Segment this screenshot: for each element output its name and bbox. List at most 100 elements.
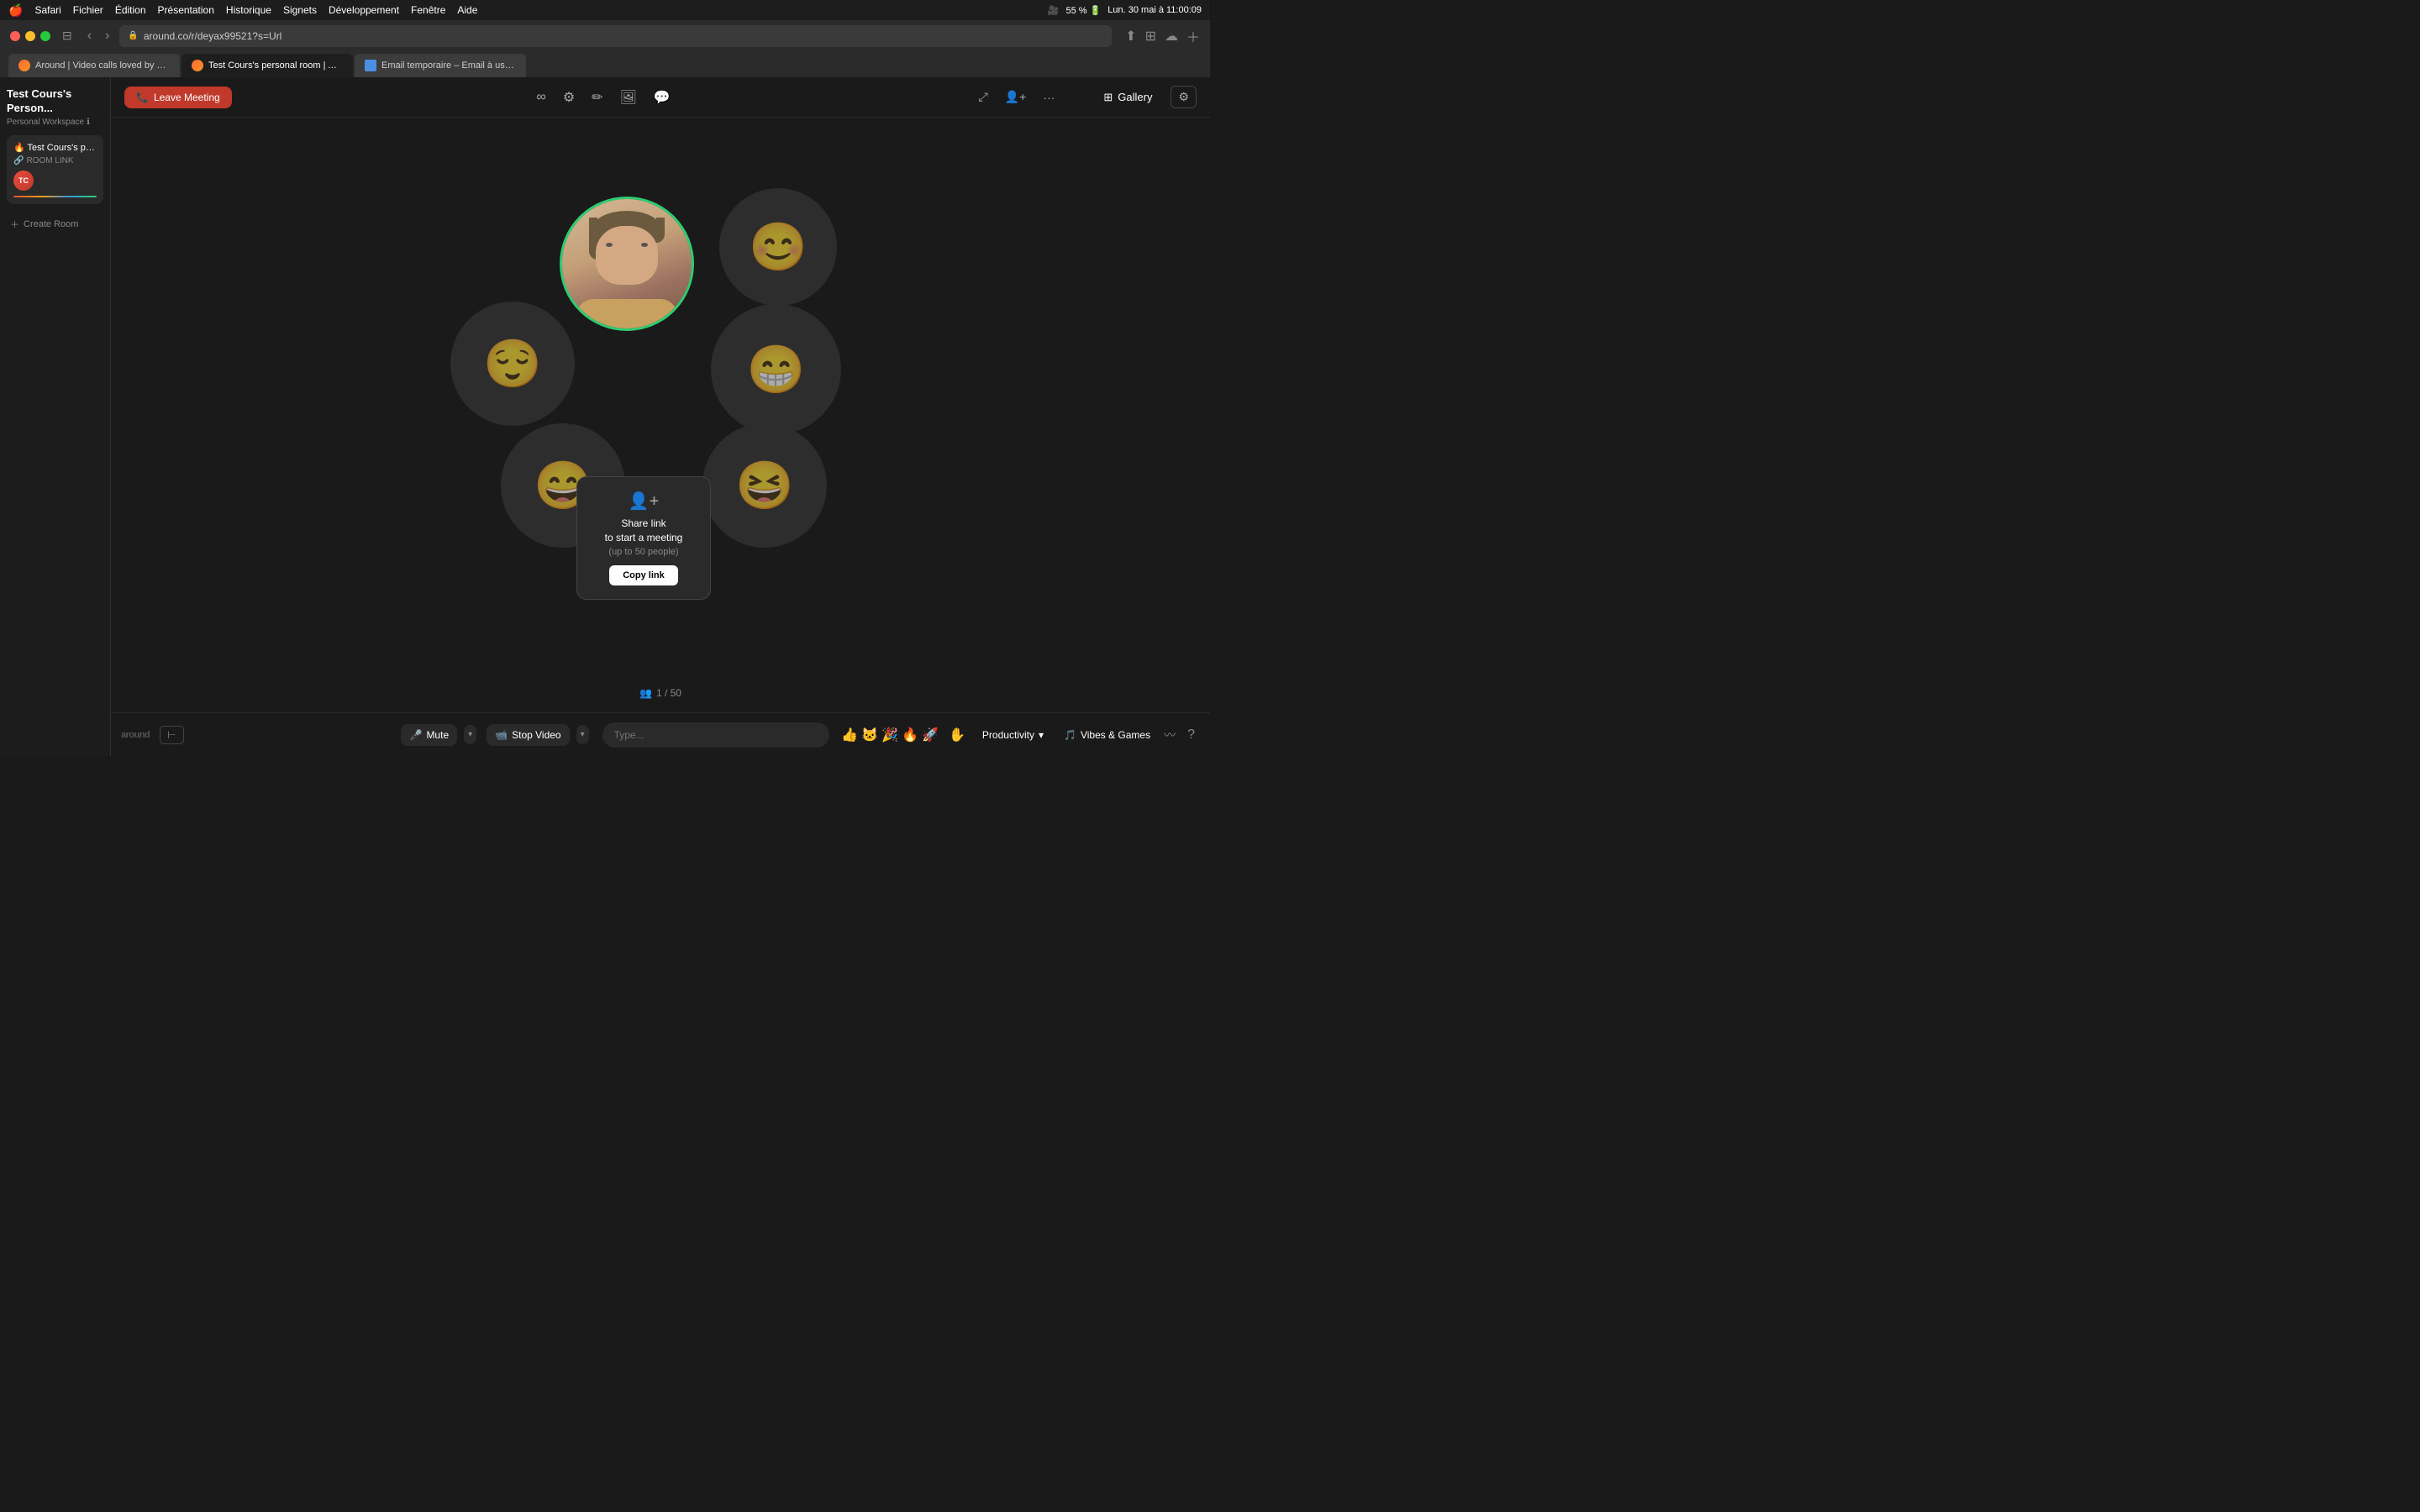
menu-developpement[interactable]: Développement [329, 4, 399, 16]
share-popup-note: (up to 50 people) [591, 547, 697, 557]
reaction-fire[interactable]: 🔥 [902, 727, 918, 743]
meeting-toolbar: 📞 Leave Meeting ∞ ⚙ ✏ 🖼 💬 ⤢ 👤+ ··· ⊞ Gal… [111, 77, 1210, 118]
browser-chrome: ⊟ ‹ › 🔒 around.co/r/deyax99521?s=Url ⬆ ⊞… [0, 20, 1210, 77]
around2-favicon [192, 60, 203, 71]
workspace-subtitle: Personal Workspace ℹ [7, 118, 103, 127]
reaction-party[interactable]: 🎉 [881, 727, 898, 743]
forward-button[interactable]: › [102, 27, 113, 45]
participant-2: 😊 [719, 188, 837, 306]
participant-main [560, 197, 694, 331]
menu-fenetre[interactable]: Fenêtre [411, 4, 445, 16]
settings-icon-button[interactable]: ⚙ [560, 86, 578, 109]
image-icon-button[interactable]: 🖼 [617, 86, 640, 109]
participant-6-emoji: 😆 [735, 458, 794, 513]
edit-icon-button[interactable]: ✏ [588, 86, 606, 109]
phone-icon: 📞 [136, 92, 149, 103]
external-link-button[interactable]: ⤢ [976, 87, 992, 108]
content-area: 📞 Leave Meeting ∞ ⚙ ✏ 🖼 💬 ⤢ 👤+ ··· ⊞ Gal… [111, 77, 1210, 756]
add-participant-button[interactable]: 👤+ [1002, 87, 1030, 108]
email-favicon [365, 60, 376, 71]
reaction-thumbsup[interactable]: 👍 [841, 727, 858, 743]
room-divider [13, 196, 97, 197]
menu-edition[interactable]: Édition [115, 4, 146, 16]
menu-presentation[interactable]: Présentation [158, 4, 214, 16]
tab-grid-icon[interactable]: ⊞ [1145, 28, 1156, 45]
plus-icon: ＋ [10, 218, 19, 231]
reaction-cat[interactable]: 🐱 [861, 727, 878, 743]
gallery-button[interactable]: ⊞ Gallery [1095, 87, 1160, 108]
mute-label: Mute [426, 729, 449, 741]
stop-video-button[interactable]: 📹 Stop Video [487, 724, 569, 746]
share-link-popup: 👤+ Share link to start a meeting (up to … [576, 476, 711, 600]
participants-icon: 👥 [639, 687, 652, 699]
menu-aide[interactable]: Aide [457, 4, 477, 16]
participant-4-emoji: 😁 [747, 342, 806, 397]
browser-tabs: Around | Video calls loved by extraordin… [0, 51, 1210, 77]
menu-bar-right: 🎥 55 % 🔋 Lun. 30 mai à 11:00:09 [1048, 5, 1202, 16]
menu-bar-left: 🍎 Safari Fichier Édition Présentation Hi… [8, 3, 477, 18]
minimize-button[interactable] [25, 31, 35, 41]
room-item[interactable]: 🔥 Test Cours's personal ro... 🔗 ROOM LIN… [7, 135, 103, 204]
reaction-rocket[interactable]: 🚀 [922, 727, 939, 743]
back-button[interactable]: ‹ [84, 27, 95, 45]
gallery-grid-icon: ⊞ [1103, 91, 1113, 104]
participant-4: 😁 [711, 304, 841, 434]
tab-email[interactable]: Email temporaire – Email à usage unique … [355, 54, 526, 77]
sidebar-toggle-button[interactable]: ⊟ [57, 27, 77, 45]
link-icon: 🔗 [13, 156, 24, 165]
video-feed [562, 199, 692, 328]
menu-safari[interactable]: Safari [34, 4, 60, 16]
mute-chevron-button[interactable]: ▾ [464, 725, 476, 744]
chat-icon-button[interactable]: 💬 [650, 86, 674, 109]
tab-label-meeting: Test Cours's personal room | Around [208, 60, 343, 71]
tab-around-meeting[interactable]: Test Cours's personal room | Around [182, 54, 353, 77]
traffic-lights [10, 31, 50, 41]
gallery-settings-button[interactable]: ⚙ [1171, 86, 1197, 108]
video-icon: 📹 [495, 729, 508, 741]
mute-button[interactable]: 🎤 Mute [401, 724, 457, 746]
menu-signets[interactable]: Signets [283, 4, 317, 16]
new-tab-icon[interactable]: ＋ [1186, 26, 1200, 46]
menubar-time: Lun. 30 mai à 11:00:09 [1107, 5, 1202, 15]
chat-input[interactable] [602, 722, 830, 748]
room-link[interactable]: 🔗 ROOM LINK [13, 156, 97, 165]
vibes-games-button[interactable]: 🎵 Vibes & Games [1057, 726, 1157, 744]
workspace-title: Test Cours's Person... [7, 87, 103, 116]
address-bar[interactable]: 🔒 around.co/r/deyax99521?s=Url [119, 25, 1112, 47]
stop-video-label: Stop Video [512, 729, 561, 741]
productivity-button[interactable]: Productivity ▾ [976, 726, 1050, 744]
menu-bar: 🍎 Safari Fichier Édition Présentation Hi… [0, 0, 1210, 20]
leave-meeting-button[interactable]: 📞 Leave Meeting [124, 87, 232, 108]
share-popup-subtitle: to start a meeting [591, 531, 697, 545]
help-button[interactable]: ? [1182, 726, 1200, 744]
tab-around-home[interactable]: Around | Video calls loved by extraordin… [8, 54, 180, 77]
vibes-label: Vibes & Games [1081, 729, 1150, 741]
apple-menu[interactable]: 🍎 [8, 3, 23, 18]
create-room-button[interactable]: ＋ Create Room [7, 213, 103, 236]
browser-toolbar: ⊟ ‹ › 🔒 around.co/r/deyax99521?s=Url ⬆ ⊞… [0, 20, 1210, 51]
participant-2-emoji: 😊 [749, 219, 808, 275]
copy-link-button[interactable]: Copy link [609, 565, 678, 585]
menu-fichier[interactable]: Fichier [73, 4, 103, 16]
around-favicon [18, 60, 30, 71]
toolbar-icons: ∞ ⚙ ✏ 🖼 💬 [533, 86, 673, 109]
lock-icon: 🔒 [128, 31, 138, 40]
sidebar: Test Cours's Person... Personal Workspac… [0, 77, 111, 756]
participants-grid: 😊 😌 😁 😄 😆 [400, 180, 921, 650]
more-options-button[interactable]: ··· [1039, 87, 1058, 108]
add-person-icon: 👤+ [591, 491, 697, 512]
close-button[interactable] [10, 31, 20, 41]
participant-3-emoji: 😌 [483, 336, 542, 391]
infinity-icon-button[interactable]: ∞ [533, 87, 549, 108]
video-chevron-button[interactable]: ▾ [576, 725, 589, 744]
cloud-icon[interactable]: ☁ [1165, 28, 1178, 45]
raise-hand-button[interactable]: ✋ [949, 727, 965, 743]
share-icon[interactable]: ⬆ [1125, 28, 1136, 45]
leave-meeting-label: Leave Meeting [154, 92, 220, 103]
maximize-button[interactable] [40, 31, 50, 41]
sidebar-collapse-button[interactable]: ⊢ [160, 726, 183, 744]
menu-historique[interactable]: Historique [226, 4, 271, 16]
participant-count-text: 1 / 50 [656, 687, 681, 699]
mic-icon: 🎤 [409, 729, 422, 741]
emoji-reactions: 👍 🐱 🎉 🔥 🚀 [841, 727, 939, 743]
